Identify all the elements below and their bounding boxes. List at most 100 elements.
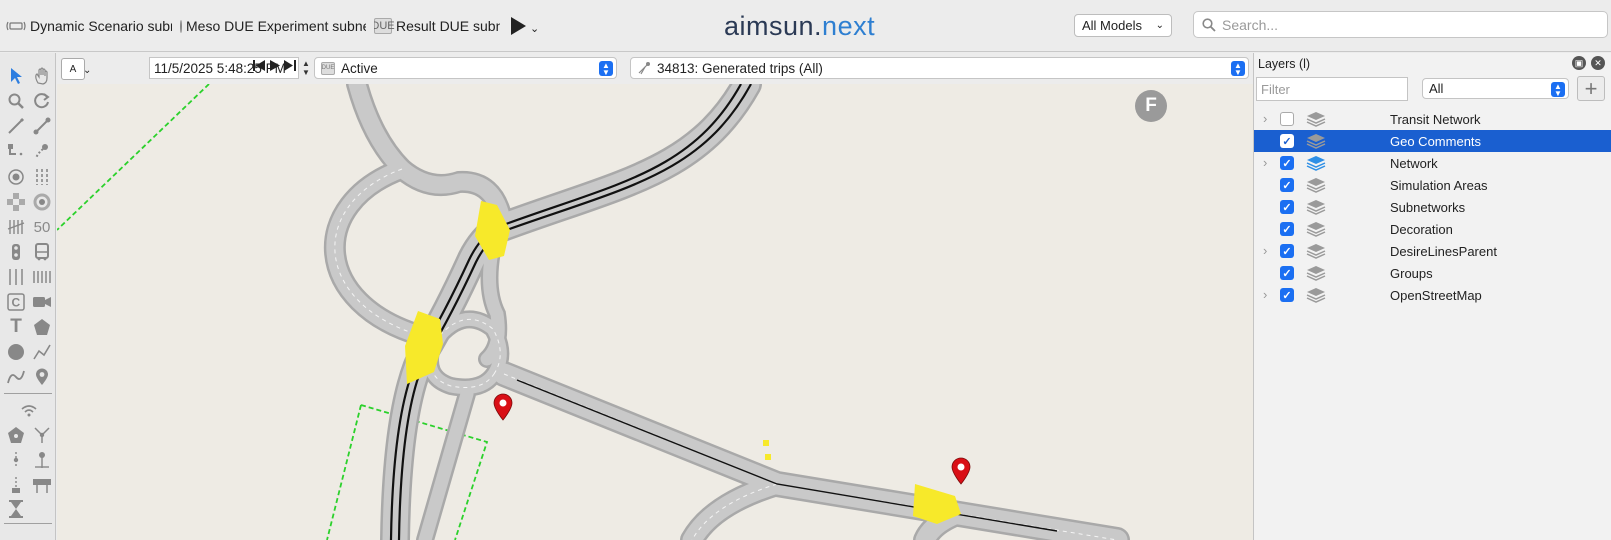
layer-row[interactable]: ✓ Simulation Areas xyxy=(1254,174,1611,196)
control-plan-tool[interactable]: C xyxy=(4,290,28,314)
play-button[interactable]: ⌄ xyxy=(511,16,541,36)
multi-lane-tool[interactable] xyxy=(30,265,54,289)
camera-tool[interactable] xyxy=(30,290,54,314)
layer-name: Groups xyxy=(1390,266,1433,281)
result-due-label: Result DUE subne xyxy=(396,18,500,34)
search-input[interactable] xyxy=(1222,16,1602,33)
layers-icon xyxy=(1306,112,1326,127)
vertical-link-tool[interactable] xyxy=(4,448,28,472)
layer-visibility-checkbox[interactable] xyxy=(1280,112,1294,126)
bus-tool[interactable] xyxy=(30,240,54,264)
layer-visibility-checkbox[interactable]: ✓ xyxy=(1280,200,1294,214)
layer-row[interactable]: › ✓ OpenStreetMap xyxy=(1254,284,1611,306)
layer-visibility-checkbox[interactable]: ✓ xyxy=(1280,178,1294,192)
network-map-view[interactable]: F xyxy=(57,84,1253,540)
polyline-tool[interactable] xyxy=(4,139,28,163)
detach-panel-icon[interactable]: ▣ xyxy=(1572,56,1586,70)
layer-visibility-checkbox[interactable]: ✓ xyxy=(1280,244,1294,258)
pentagon-node-tool[interactable] xyxy=(4,423,28,447)
hourglass-tool[interactable] xyxy=(4,497,28,521)
junction-tool[interactable] xyxy=(4,190,28,214)
play-menu-arrow-icon[interactable]: ⌄ xyxy=(530,22,539,35)
svg-text:C: C xyxy=(12,296,21,310)
layer-name: Network xyxy=(1390,156,1438,171)
pan-hand-tool[interactable] xyxy=(30,64,54,88)
result-due-tab[interactable]: DUE Result DUE subne xyxy=(374,16,500,36)
geo-comment-pin[interactable] xyxy=(951,457,971,485)
layer-filter-field[interactable] xyxy=(1256,77,1408,101)
toolbox-divider-bottom xyxy=(4,523,52,524)
view-mode-button[interactable]: A xyxy=(61,58,85,80)
close-icon[interactable]: ✕ xyxy=(1591,56,1605,70)
meso-due-experiment-tab[interactable]: Meso DUE Experiment subne xyxy=(180,16,366,36)
layer-visibility-checkbox[interactable]: ✓ xyxy=(1280,222,1294,236)
map-focus-badge[interactable]: F xyxy=(1135,90,1167,122)
text-tool[interactable]: T xyxy=(4,315,28,339)
od-matrix-select[interactable]: 34813: Generated trips (All) ▲ ▼ xyxy=(630,57,1249,79)
map-pin-tool[interactable] xyxy=(30,365,54,389)
curve-tool[interactable] xyxy=(30,139,54,163)
models-select[interactable]: All Models ⌄ xyxy=(1074,14,1172,37)
polygon-tool[interactable] xyxy=(30,315,54,339)
layers-panel-title: Layers (l) xyxy=(1258,57,1311,71)
chevron-right-icon[interactable]: › xyxy=(1263,243,1267,258)
skip-to-end-icon[interactable] xyxy=(284,59,296,75)
layer-visibility-checkbox[interactable]: ✓ xyxy=(1280,156,1294,170)
layer-row[interactable]: › ✓ DesireLinesParent xyxy=(1254,240,1611,262)
layer-row[interactable]: ✓ Groups xyxy=(1254,262,1611,284)
desire-line[interactable] xyxy=(57,84,210,231)
transit-line-tool[interactable] xyxy=(30,473,54,497)
layer-visibility-checkbox[interactable]: ✓ xyxy=(1280,134,1294,148)
geo-comment-pin[interactable] xyxy=(493,393,513,421)
circle-tool[interactable] xyxy=(4,340,28,364)
search-box[interactable] xyxy=(1193,11,1608,38)
speed-limit-tool[interactable]: 50 xyxy=(30,215,54,239)
select-arrow-tool[interactable] xyxy=(4,64,28,88)
section-draw-tool[interactable] xyxy=(4,114,28,138)
layer-row[interactable]: › ✓ Network xyxy=(1254,152,1611,174)
dynamic-scenario-label: Dynamic Scenario subne xyxy=(30,18,172,34)
layer-filter-select[interactable]: All ▲ ▼ xyxy=(1422,78,1569,99)
traffic-light-tool[interactable] xyxy=(4,240,28,264)
chevron-right-icon[interactable]: › xyxy=(1263,111,1267,126)
experiment-status-select[interactable]: DUE Active ▲ ▼ xyxy=(314,57,617,79)
detector-tool[interactable] xyxy=(30,165,54,189)
zoom-tool[interactable] xyxy=(4,89,28,113)
stepper-up-icon[interactable]: ▲ xyxy=(302,59,310,68)
layer-filter-input[interactable] xyxy=(1257,78,1407,100)
stop-tool[interactable] xyxy=(30,448,54,472)
select-arrows-icon: ▲ ▼ xyxy=(1231,61,1245,76)
rotate-tool[interactable] xyxy=(30,89,54,113)
chevron-right-icon[interactable]: › xyxy=(1263,287,1267,302)
experiment-status-value: Active xyxy=(341,60,378,76)
layer-row[interactable]: › Transit Network xyxy=(1254,108,1611,130)
network-canvas[interactable] xyxy=(57,84,1253,540)
radio-icon[interactable] xyxy=(180,19,182,33)
stepper-down-icon[interactable]: ▼ xyxy=(302,68,310,77)
view-mode-chevron-icon[interactable]: ⌄ xyxy=(83,65,91,76)
layers-icon xyxy=(1306,178,1326,193)
node-draw-tool[interactable] xyxy=(30,114,54,138)
lane-tool[interactable] xyxy=(4,265,28,289)
layers-icon xyxy=(1306,288,1326,303)
datetime-stepper[interactable]: ▲ ▼ xyxy=(299,57,313,79)
layer-row[interactable]: ✓ Geo Comments xyxy=(1254,130,1611,152)
centroid-tool[interactable] xyxy=(4,165,28,189)
roundabout-tool[interactable] xyxy=(30,190,54,214)
bezier-tool[interactable] xyxy=(4,365,28,389)
meter-tool[interactable] xyxy=(4,215,28,239)
branch-tool[interactable] xyxy=(30,423,54,447)
bus-stop-tool[interactable] xyxy=(4,473,28,497)
wireless-tool[interactable] xyxy=(17,399,41,423)
chevron-right-icon[interactable]: › xyxy=(1263,155,1267,170)
layer-row[interactable]: ✓ Decoration xyxy=(1254,218,1611,240)
layer-row[interactable]: ✓ Subnetworks xyxy=(1254,196,1611,218)
skip-to-start-icon[interactable] xyxy=(253,59,265,75)
layer-visibility-checkbox[interactable]: ✓ xyxy=(1280,266,1294,280)
add-layer-button[interactable]: + xyxy=(1577,76,1605,101)
dynamic-scenario-tab[interactable]: Dynamic Scenario subne xyxy=(6,16,172,36)
polyline-draw-tool[interactable] xyxy=(30,340,54,364)
layer-name: Subnetworks xyxy=(1390,200,1466,215)
play-step-icon[interactable] xyxy=(269,59,281,75)
layer-visibility-checkbox[interactable]: ✓ xyxy=(1280,288,1294,302)
